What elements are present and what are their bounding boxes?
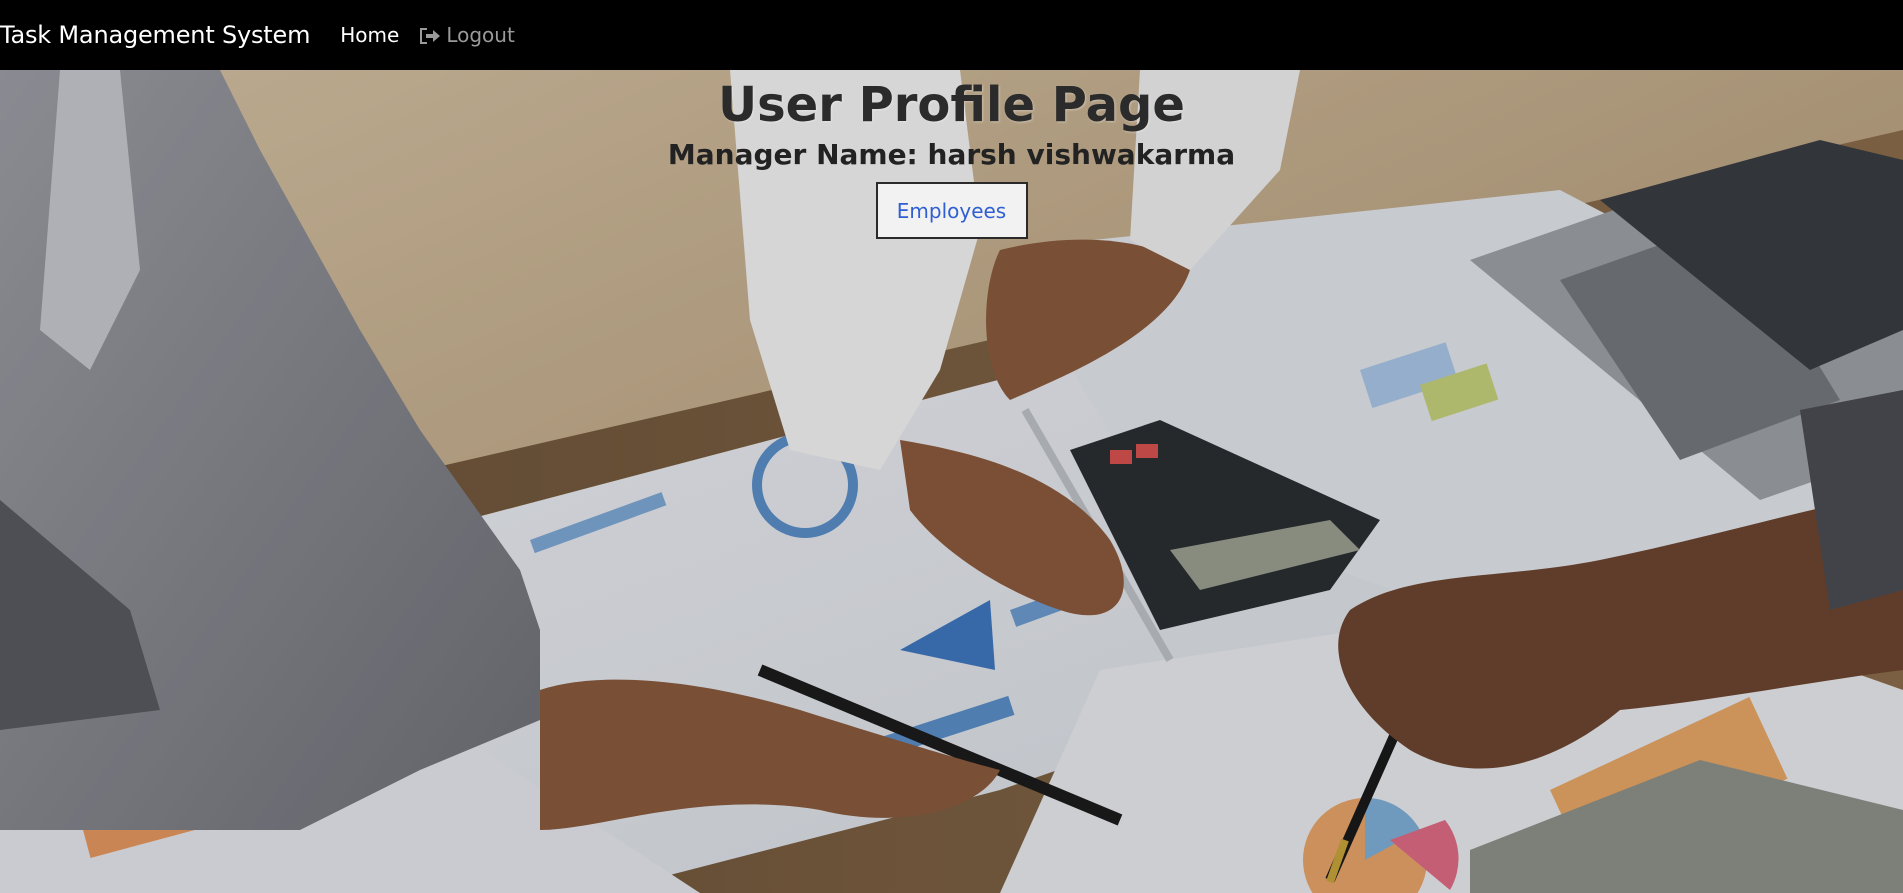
page-title: User Profile Page [718,77,1185,133]
brand-link[interactable]: Task Management System [0,21,310,49]
manager-name: Manager Name: harsh vishwakarma [667,138,1236,171]
sign-out-icon [419,26,441,44]
nav-home-link[interactable]: Home [340,23,399,47]
top-navbar: Task Management System Home Logout [0,0,1903,70]
profile-content: User Profile Page Manager Name: harsh vi… [0,70,1903,239]
employees-button[interactable]: Employees [875,182,1028,239]
logout-label: Logout [446,23,515,47]
nav-logout-link[interactable]: Logout [419,23,515,47]
